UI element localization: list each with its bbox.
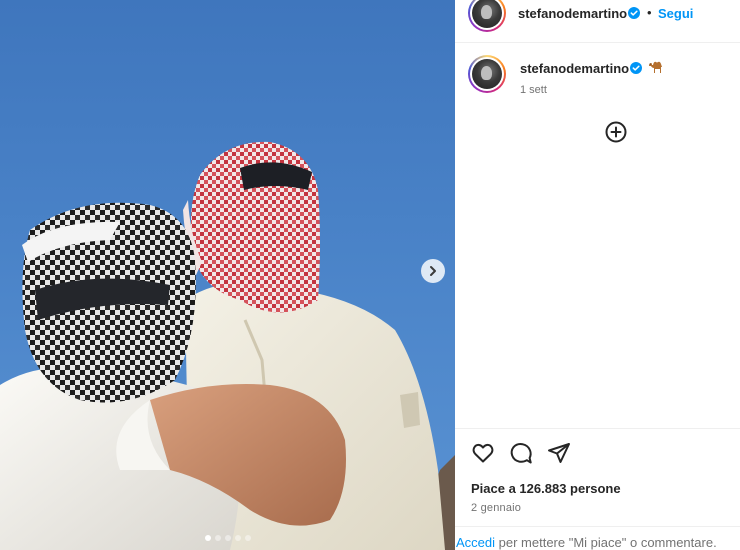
- header-separator: •: [647, 5, 652, 20]
- carousel-indicator: [0, 535, 455, 541]
- actions-divider: [455, 428, 740, 429]
- carousel-dot: [214, 535, 221, 541]
- caption-avatar[interactable]: [468, 55, 506, 93]
- heart-icon[interactable]: [471, 441, 495, 465]
- camel-emoji-icon: [649, 61, 662, 73]
- post-photo: [0, 141, 455, 550]
- verified-badge-icon: [630, 62, 642, 74]
- post-header: stefanodemartino • Segui: [455, 0, 740, 43]
- post-date: 2 gennaio: [471, 502, 522, 514]
- login-link[interactable]: Accedi: [456, 535, 495, 550]
- header-avatar[interactable]: [468, 0, 506, 32]
- login-prompt-bar: Accedi per mettere "Mi piace" o commenta…: [455, 526, 740, 550]
- carousel-dot: [224, 535, 231, 541]
- plus-circle-icon[interactable]: [605, 121, 627, 143]
- carousel-dot: [244, 535, 251, 541]
- caption-timestamp: 1 sett: [520, 84, 547, 96]
- carousel-dot: [234, 535, 241, 541]
- caption-username[interactable]: stefanodemartino: [520, 61, 629, 76]
- paper-plane-icon[interactable]: [547, 441, 571, 465]
- verified-badge-icon: [628, 7, 640, 19]
- login-prompt-text: per mettere "Mi piace" o commentare.: [495, 535, 717, 550]
- likes-count[interactable]: Piace a 126.883 persone: [471, 481, 621, 496]
- post-side-panel: stefanodemartino • Segui stefanodemartin…: [455, 0, 740, 550]
- chevron-right-icon: [430, 266, 436, 276]
- header-username[interactable]: stefanodemartino: [518, 6, 627, 21]
- comment-bubble-icon[interactable]: [509, 441, 533, 465]
- post-media[interactable]: [0, 0, 455, 550]
- login-prompt: Accedi per mettere "Mi piace" o commenta…: [456, 535, 717, 550]
- follow-button[interactable]: Segui: [658, 6, 693, 21]
- carousel-dot: [204, 535, 211, 541]
- carousel-next-button[interactable]: [421, 259, 445, 283]
